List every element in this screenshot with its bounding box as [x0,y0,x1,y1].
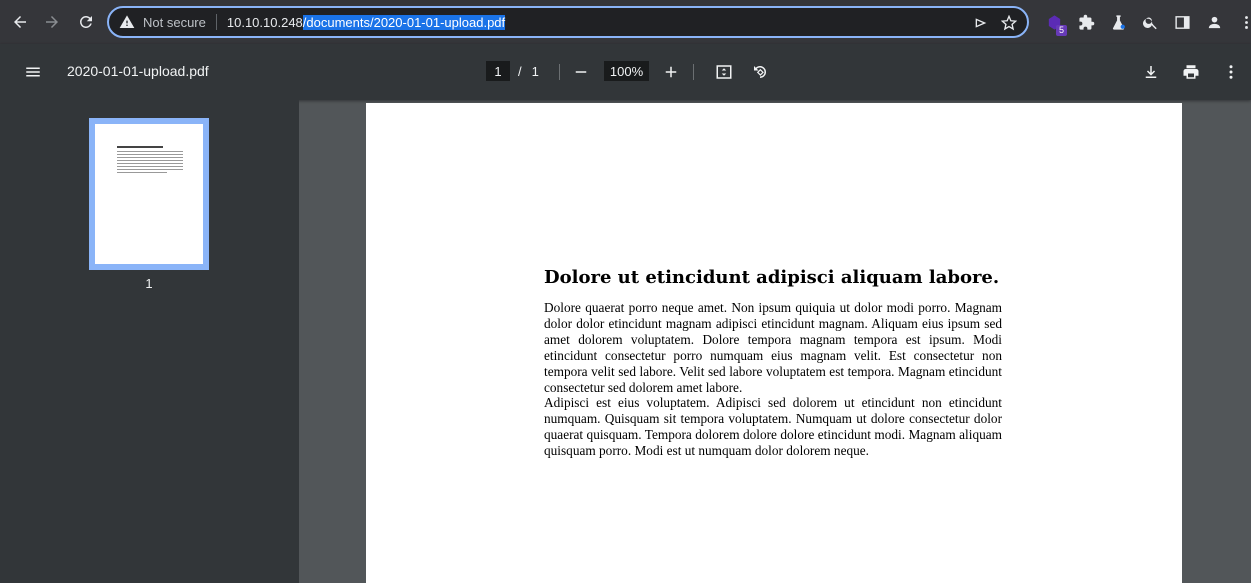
extensions-button[interactable] [1070,6,1102,38]
fit-to-page-icon [716,65,732,79]
flask-icon [1112,14,1125,30]
forward-button[interactable] [36,6,68,38]
thumbnail-sidebar: 1 [0,100,299,583]
send-icon [975,18,987,28]
url-host: 10.10.10.248 [226,14,303,30]
security-label: Not secure [143,14,206,30]
fit-page-button[interactable] [710,58,738,86]
thumbnail-page-number: 1 [145,276,153,291]
rotate-counterclockwise-icon [754,66,767,79]
omnibox-actions [971,13,1019,33]
star-icon [1001,15,1017,31]
address-bar[interactable]: Not secure 10.10.10.248/documents/2020-0… [107,6,1029,38]
vertical-dots-icon [1244,15,1248,29]
toolbar-divider [559,64,560,80]
page-thumbnail[interactable] [89,118,209,270]
hamburger-menu-icon [26,67,40,77]
pdf-page: Dolore ut etincidunt adipisci aliquam la… [366,103,1182,583]
total-pages: 1 [531,63,539,79]
puzzle-icon [1078,14,1094,30]
rotate-button[interactable] [746,58,774,86]
page-separator: / [518,63,522,79]
document-paragraph: Dolore quaerat porro neque amet. Non ips… [544,300,1002,395]
reload-icon [79,15,92,28]
extensions-area: 5 [1038,6,1251,38]
search-button[interactable] [1134,6,1166,38]
document-title: Dolore ut etincidunt adipisci aliquam la… [544,267,1000,288]
more-actions-button[interactable] [1217,58,1245,86]
omnibox-divider [215,14,217,30]
printer-icon [1183,65,1199,79]
browser-menu-button[interactable] [1230,6,1251,38]
page-number-input[interactable]: 1 [486,61,510,81]
pdf-toolbar: 2020-01-01-upload.pdf 1 / 1 100% [0,44,1251,100]
minus-icon [575,71,587,73]
browser-toolbar: Not secure 10.10.10.248/documents/2020-0… [0,0,1251,44]
extension-badge-button[interactable]: 5 [1038,6,1070,38]
url-text[interactable]: 10.10.10.248/documents/2020-01-01-upload… [226,14,506,30]
arrow-left-icon [14,16,26,28]
send-tab-button[interactable] [971,13,991,33]
side-panel-icon [1174,15,1190,29]
print-button[interactable] [1177,58,1205,86]
arrow-right-icon [46,16,58,28]
url-path-selected: /documents/2020-01-01-upload.pdf [302,14,506,30]
warning-triangle-icon [119,15,135,28]
download-icon [1145,66,1157,78]
reload-button[interactable] [70,6,102,38]
vertical-dots-icon [1229,65,1233,79]
toolbar-divider [693,64,694,80]
zoom-input[interactable]: 100% [604,61,649,81]
side-panel-button[interactable] [1166,6,1198,38]
document-paragraph: Adipisci est eius voluptatem. Adipisci s… [544,395,1002,459]
document-body: Dolore quaerat porro neque amet. Non ips… [544,300,1002,459]
plus-icon [665,66,677,78]
security-indicator[interactable]: Not secure [119,14,206,30]
profile-button[interactable] [1198,6,1230,38]
page-selector: 1 / 1 [486,61,539,81]
bookmark-button[interactable] [999,13,1019,33]
pdf-title: 2020-01-01-upload.pdf [67,63,209,79]
thumbnail-preview [117,146,183,175]
search-icon [1142,17,1157,29]
download-button[interactable] [1137,58,1165,86]
back-button[interactable] [4,6,36,38]
extension-count-badge: 5 [1055,25,1067,36]
sidebar-toggle-button[interactable] [18,57,48,87]
labs-button[interactable] [1102,6,1134,38]
person-icon [1208,16,1220,28]
zoom-in-button[interactable] [657,58,685,86]
zoom-out-button[interactable] [567,58,595,86]
